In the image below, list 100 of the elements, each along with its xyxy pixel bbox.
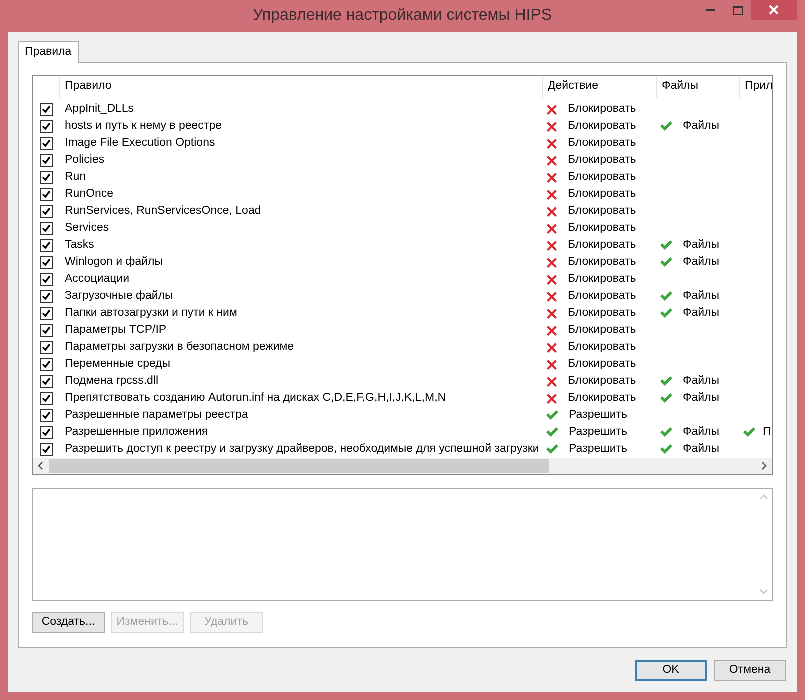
checkbox[interactable] (40, 443, 52, 456)
rule-name: Policies (64, 153, 106, 168)
cross-icon (546, 138, 558, 150)
dialog-button[interactable]: OK (635, 660, 707, 681)
checkbox[interactable] (40, 120, 52, 134)
action-label: Блокировать (568, 221, 636, 236)
cross-icon (546, 324, 558, 337)
rule-name: Tasks (64, 238, 96, 253)
action-label: Блокировать (568, 153, 636, 168)
cross-icon (546, 154, 558, 167)
column-header[interactable]: Правило (59, 76, 542, 98)
checkbox[interactable] (40, 103, 52, 116)
column-header[interactable]: Действие (542, 76, 656, 98)
checkbox[interactable] (40, 188, 52, 202)
checkbox[interactable] (40, 426, 52, 440)
window-title: Управление настройками системы HIPS (252, 6, 552, 26)
action-label: Блокировать (568, 323, 636, 338)
checkbox[interactable] (40, 290, 52, 304)
action-label: Разрешить (569, 408, 628, 423)
files-label: Файлы (683, 306, 720, 321)
rule-name: Разрешить доступ к реестру и загрузку драйверов, необходимые для успешной загрузки (64, 442, 540, 457)
cross-icon (546, 222, 558, 235)
scrollbar-thumb[interactable] (49, 459, 549, 473)
rule-name: Разрешенные приложения (64, 425, 210, 440)
files-label: Файлы (683, 425, 720, 440)
check-icon (660, 240, 673, 252)
cross-icon (546, 358, 558, 371)
checkbox[interactable] (40, 392, 52, 406)
cross-icon (546, 392, 558, 405)
files-label: Файлы (683, 238, 720, 253)
column-header[interactable]: Файлы (656, 76, 739, 98)
dialog-button[interactable]: Отмена (714, 660, 786, 681)
cross-icon (546, 376, 558, 388)
action-label: Блокировать (568, 238, 636, 253)
action-label: Блокировать (568, 136, 636, 151)
action-button[interactable]: Создать... (32, 612, 105, 633)
check-icon (660, 427, 673, 438)
check-icon (660, 393, 673, 404)
rule-name: Winlogon и файлы (64, 255, 164, 270)
rule-name: RunServices, RunServicesOnce, Load (64, 204, 262, 219)
checkbox[interactable] (40, 256, 52, 270)
checkbox[interactable] (40, 307, 52, 320)
cross-icon (546, 188, 558, 201)
column-header[interactable]: Прил (739, 76, 772, 98)
close-icon (769, 5, 779, 15)
files-label: Файлы (683, 255, 720, 270)
action-label: Блокировать (568, 119, 636, 134)
apps-label: П (763, 425, 772, 440)
close-button[interactable] (751, 0, 797, 20)
checkbox[interactable] (40, 239, 52, 252)
action-label: Разрешить (569, 425, 628, 440)
tab[interactable]: Правила (18, 41, 79, 63)
cross-icon (546, 342, 558, 354)
action-label: Блокировать (568, 289, 636, 304)
rule-name: Run (64, 170, 88, 185)
checkbox[interactable] (40, 341, 52, 354)
rule-name: Параметры загрузки в безопасном режиме (64, 340, 296, 355)
cross-icon (546, 240, 558, 252)
check-icon (546, 427, 559, 438)
checkbox[interactable] (40, 222, 52, 236)
cross-icon (546, 290, 558, 303)
rule-name: hosts и путь к нему в реестре (64, 119, 223, 134)
files-label: Файлы (683, 289, 720, 304)
files-label: Файлы (683, 391, 720, 406)
check-icon (546, 410, 559, 422)
cross-icon (546, 308, 558, 320)
check-icon (546, 444, 559, 456)
horizontal-scrollbar[interactable] (33, 458, 772, 474)
checkbox[interactable] (40, 273, 52, 286)
cross-icon (546, 104, 558, 116)
checkbox[interactable] (40, 324, 52, 338)
action-label: Разрешить (569, 442, 628, 457)
checkbox[interactable] (40, 375, 52, 388)
checkbox[interactable] (40, 137, 52, 150)
cross-icon (546, 256, 558, 269)
rule-name: Ассоциации (64, 272, 131, 287)
cross-icon (546, 120, 558, 133)
action-label: Блокировать (568, 306, 636, 321)
checkbox[interactable] (40, 409, 52, 422)
checkbox[interactable] (40, 358, 52, 372)
checkbox[interactable] (40, 154, 52, 168)
rule-name: Препятствовать созданию Autorun.inf на дисках C,D,E,F,G,H,I,J,K,L,M,N (64, 391, 448, 406)
rule-name: RunOnce (64, 187, 115, 202)
checkbox[interactable] (40, 171, 52, 184)
rule-name: Переменные среды (64, 357, 172, 372)
rule-name: Загрузочные файлы (64, 289, 174, 304)
check-icon (660, 121, 673, 132)
files-label: Файлы (683, 119, 720, 134)
checkbox[interactable] (40, 205, 52, 218)
check-icon (660, 308, 673, 320)
rule-name: Services (64, 221, 110, 236)
action-label: Блокировать (568, 255, 636, 270)
files-label: Файлы (683, 374, 720, 389)
action-label: Блокировать (568, 187, 636, 202)
action-label: Блокировать (568, 204, 636, 219)
action-label: Блокировать (568, 391, 636, 406)
check-icon (660, 291, 673, 302)
check-icon (660, 376, 673, 388)
cross-icon (546, 206, 558, 218)
minimize-icon (706, 9, 715, 11)
